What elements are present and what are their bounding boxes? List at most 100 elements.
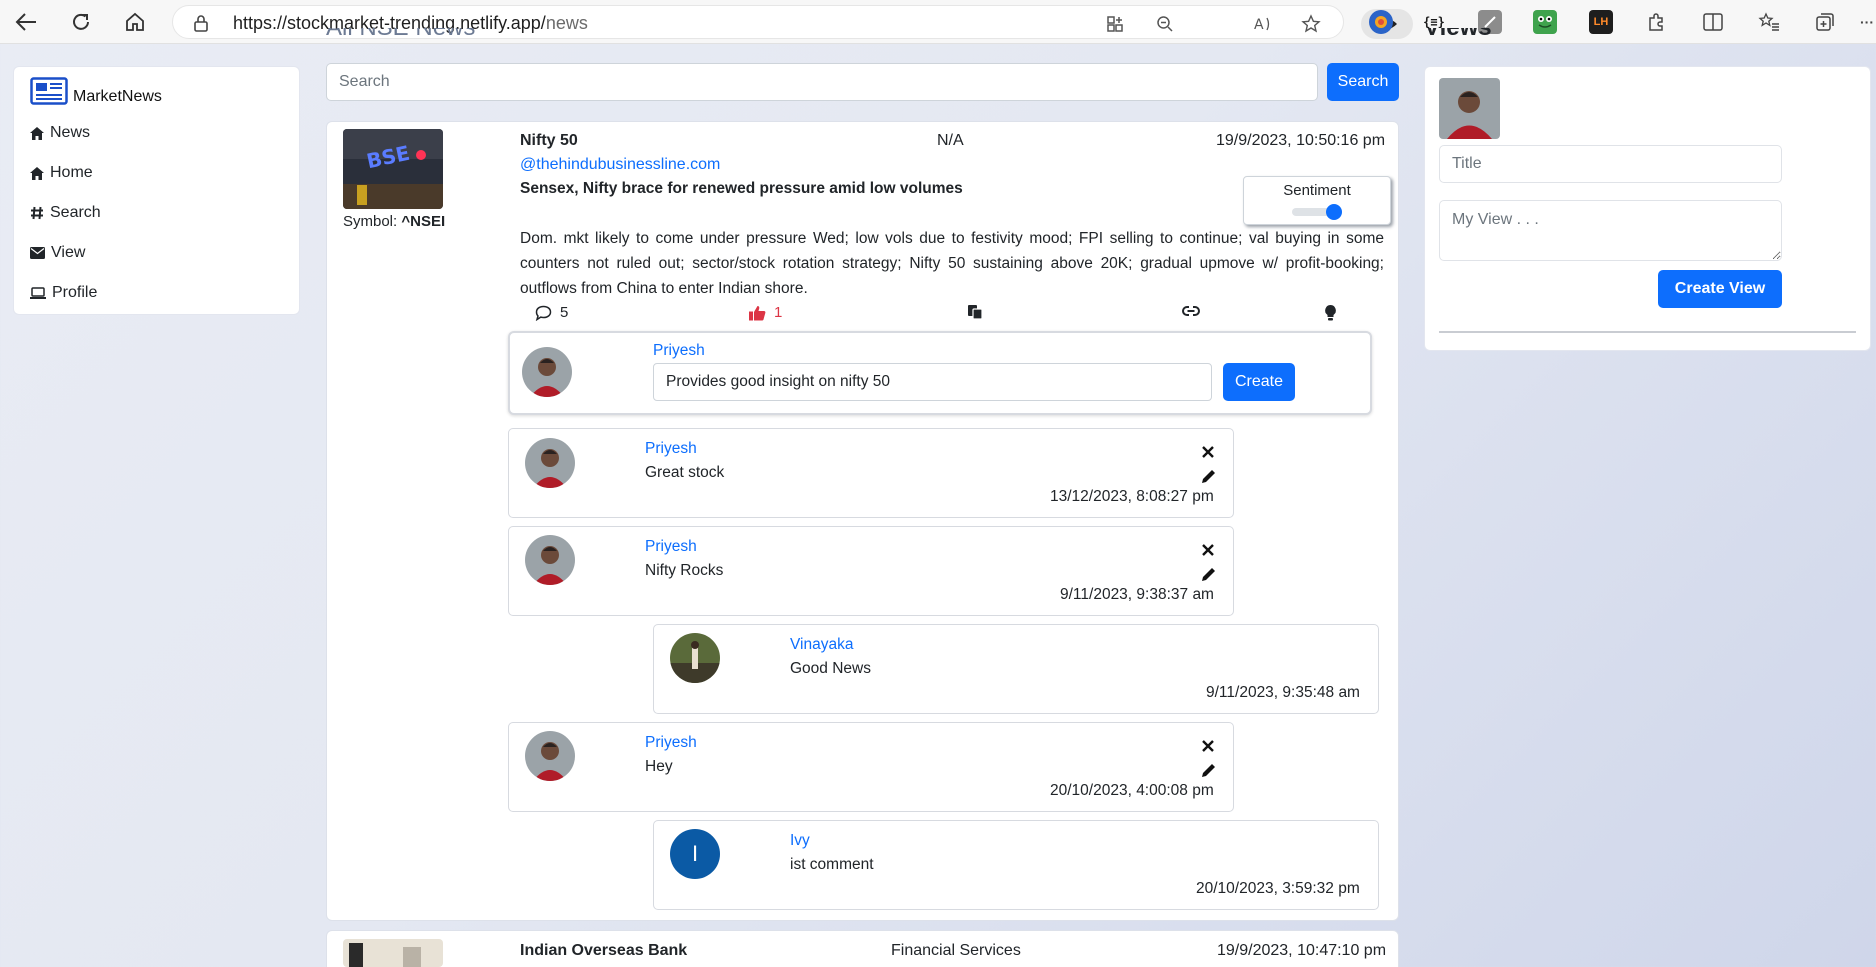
- comment-count: 5: [560, 304, 569, 321]
- copy-button[interactable]: [967, 304, 983, 320]
- comment-count-button[interactable]: 5: [535, 304, 568, 321]
- sidebar-item-label: Profile: [52, 284, 98, 301]
- comment-author[interactable]: Priyesh: [645, 734, 697, 752]
- comment-timestamp: 9/11/2023, 9:38:37 am: [1060, 586, 1214, 603]
- copy-icon: [968, 305, 983, 320]
- sidebar-item-home[interactable]: Home: [30, 164, 93, 182]
- sentiment-box: Sentiment: [1243, 176, 1391, 225]
- news-sector: Financial Services: [891, 942, 1021, 959]
- collections-icon[interactable]: [1813, 10, 1837, 34]
- sidebar-item-label: View: [51, 244, 86, 261]
- news-title: Indian Overseas Bank: [520, 942, 688, 959]
- sidebar-item-label: News: [50, 124, 91, 141]
- delete-icon[interactable]: [1200, 738, 1216, 754]
- news-source-link[interactable]: @thehindubusinessline.com: [520, 156, 720, 174]
- comment-text: Nifty Rocks: [645, 562, 724, 579]
- edit-pencil-icon[interactable]: [1200, 467, 1218, 485]
- comment-timestamp: 13/12/2023, 8:08:27 pm: [1050, 488, 1214, 505]
- comment-author[interactable]: Priyesh: [653, 342, 705, 360]
- extensions-puzzle-icon[interactable]: [1644, 10, 1668, 34]
- back-icon[interactable]: [11, 8, 41, 36]
- more-menu-icon[interactable]: ···: [1855, 10, 1876, 34]
- news-title: Nifty 50: [520, 132, 578, 149]
- search-input[interactable]: [326, 63, 1318, 101]
- split-screen-icon[interactable]: [1701, 10, 1725, 34]
- zoom-out-icon[interactable]: [1151, 12, 1179, 36]
- lock-icon: [193, 14, 209, 37]
- comment-text: ist comment: [790, 856, 874, 873]
- news-timestamp: 19/9/2023, 10:50:16 pm: [1216, 132, 1386, 149]
- avatar: [670, 633, 720, 683]
- comment-input[interactable]: [653, 363, 1212, 401]
- envelope-icon: [30, 247, 45, 259]
- avatar: [525, 731, 575, 781]
- comment-author[interactable]: Priyesh: [645, 538, 697, 556]
- comment-timestamp: 20/10/2023, 4:00:08 pm: [1050, 782, 1214, 799]
- sidebar-item-view[interactable]: View: [30, 244, 85, 262]
- sidebar-item-profile[interactable]: Profile: [30, 284, 97, 302]
- like-button[interactable]: 1: [749, 304, 782, 321]
- news-headline: Sensex, Nifty brace for renewed pressure…: [520, 180, 963, 197]
- views-heading: Views: [1424, 28, 1492, 44]
- symbol-value: ^NSEI: [401, 213, 446, 230]
- extension-circle-icon[interactable]: [1369, 10, 1393, 34]
- favorites-list-icon[interactable]: [1757, 10, 1781, 34]
- svg-text:A: A: [1254, 17, 1264, 33]
- view-text-area[interactable]: [1439, 200, 1782, 261]
- refresh-icon[interactable]: [66, 8, 96, 36]
- news-thumbnail[interactable]: [343, 939, 443, 967]
- home-icon[interactable]: [120, 8, 150, 36]
- symbol-line: Symbol: ^NSEI: [343, 213, 446, 230]
- insight-button[interactable]: [1324, 304, 1337, 321]
- lightbulb-icon: [1325, 305, 1336, 321]
- lighthouse-extension-icon[interactable]: LH: [1589, 10, 1613, 34]
- avatar: [525, 438, 575, 488]
- edit-pencil-icon[interactable]: [1200, 761, 1218, 779]
- thumbs-up-icon: [749, 305, 766, 320]
- sentiment-label: Sentiment: [1283, 182, 1351, 199]
- create-view-button[interactable]: Create View: [1658, 270, 1782, 308]
- read-aloud-icon[interactable]: A: [1249, 12, 1277, 36]
- sidebar-item-label: Home: [50, 164, 93, 181]
- brand-name: MarketNews: [73, 87, 162, 105]
- favorite-star-icon[interactable]: [1297, 12, 1325, 36]
- sidebar-item-label: Search: [50, 204, 101, 221]
- home-icon: [30, 166, 44, 180]
- delete-icon[interactable]: [1200, 444, 1216, 460]
- profile-avatar: [1439, 78, 1500, 139]
- delete-icon[interactable]: [1200, 542, 1216, 558]
- sidebar-item-news[interactable]: News: [30, 124, 90, 142]
- frog-extension-icon[interactable]: [1533, 10, 1557, 34]
- comment-text: Hey: [645, 758, 673, 775]
- view-title-input[interactable]: [1439, 145, 1782, 183]
- comment-author[interactable]: Priyesh: [645, 440, 697, 458]
- brand[interactable]: MarketNews: [30, 77, 162, 110]
- comment-text: Good News: [790, 660, 871, 677]
- avatar: [522, 347, 572, 397]
- sidebar-item-search[interactable]: Search: [30, 204, 101, 222]
- link-button[interactable]: [1181, 304, 1201, 318]
- comment-text: Great stock: [645, 464, 725, 481]
- sentiment-toggle-knob[interactable]: [1326, 204, 1342, 220]
- like-count: 1: [774, 304, 783, 321]
- sidebar: MarketNews News Home Search View Profile: [13, 66, 300, 315]
- comment-timestamp: 20/10/2023, 3:59:32 pm: [1196, 880, 1360, 897]
- add-tab-app-icon[interactable]: [1101, 12, 1129, 36]
- comment-icon: [535, 305, 552, 321]
- create-comment-button[interactable]: Create: [1223, 363, 1295, 401]
- search-button[interactable]: Search: [1327, 63, 1399, 101]
- comment-timestamp: 9/11/2023, 9:35:48 am: [1206, 684, 1360, 701]
- avatar: [525, 535, 575, 585]
- page-heading: All NSE News: [326, 28, 475, 44]
- link-icon: [1182, 306, 1200, 316]
- home-icon: [30, 126, 44, 140]
- browser-toolbar: https://stockmarket-trending.netlify.app…: [0, 0, 1876, 44]
- comment-author[interactable]: Ivy: [790, 832, 810, 850]
- newspaper-icon: [30, 77, 68, 110]
- edit-pencil-icon[interactable]: [1200, 565, 1218, 583]
- hash-icon: [31, 206, 43, 220]
- news-thumbnail[interactable]: BSE: [343, 129, 443, 209]
- news-summary: Dom. mkt likely to come under pressure W…: [520, 230, 1384, 297]
- laptop-icon: [30, 287, 46, 299]
- comment-author[interactable]: Vinayaka: [790, 636, 853, 654]
